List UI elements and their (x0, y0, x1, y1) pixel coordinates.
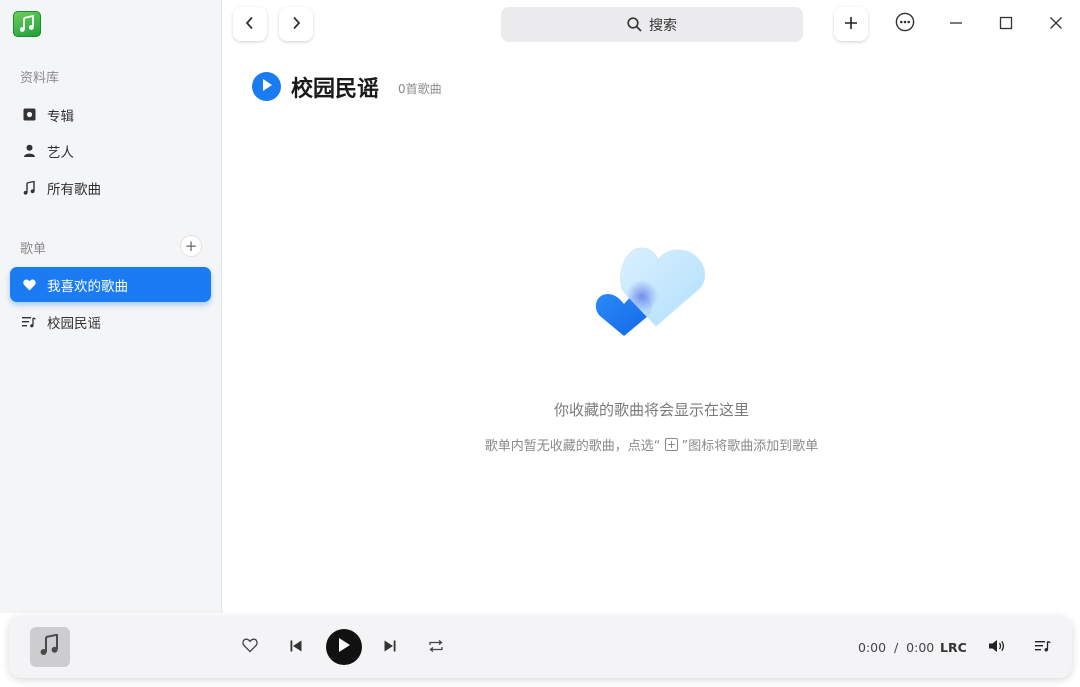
music-note-icon (40, 633, 60, 660)
album-icon (21, 108, 37, 121)
sidebar-item-label: 我喜欢的歌曲 (47, 278, 128, 295)
sidebar-item-all-songs[interactable]: 所有歌曲 (10, 170, 211, 205)
lyrics-button[interactable]: LRC (940, 640, 967, 655)
like-button[interactable] (240, 637, 260, 657)
repeat-button[interactable] (426, 637, 446, 657)
empty-hint-text: 歌单内暂无收藏的歌曲，点选“ (484, 439, 661, 454)
plus-icon: + (184, 236, 198, 255)
artist-icon (21, 144, 37, 157)
more-options-icon (895, 12, 915, 36)
minimize-icon (949, 15, 963, 34)
sidebar-item-label: 所有歌曲 (47, 181, 101, 198)
sidebar-item-artists[interactable]: 艺人 (10, 133, 211, 168)
repeat-icon (428, 638, 444, 657)
close-icon (1049, 15, 1063, 34)
minimize-button[interactable] (946, 14, 966, 34)
heart-outline-icon (242, 638, 258, 657)
chevron-left-icon (245, 15, 255, 34)
playback-time: 0:00 / 0:00 (858, 640, 935, 655)
album-cover[interactable] (30, 627, 70, 667)
plus-icon (844, 15, 858, 34)
play-all-button[interactable] (252, 72, 281, 101)
menu-button[interactable] (895, 12, 915, 36)
forward-button[interactable] (279, 7, 313, 41)
add-to-playlist-icon (664, 438, 678, 451)
empty-hearts-illustration (594, 244, 714, 344)
chevron-right-icon (291, 15, 301, 34)
page-title: 校园民谣 (291, 77, 380, 102)
empty-hint-text: ”图标将歌曲添加到歌单 (681, 439, 819, 454)
player-bar: 0:00 / 0:00 LRC (9, 616, 1072, 678)
playlist-icon (1035, 638, 1051, 657)
maximize-icon (999, 15, 1013, 34)
volume-icon (988, 638, 1006, 657)
add-playlist-button[interactable]: + (180, 235, 202, 257)
song-count: 0首歌曲 (398, 82, 442, 96)
sidebar-item-label: 艺人 (47, 144, 74, 161)
maximize-button[interactable] (996, 14, 1016, 34)
play-icon (337, 637, 351, 657)
sidebar-item-playlist-campus-folk[interactable]: 校园民谣 (10, 304, 211, 339)
back-button[interactable] (233, 7, 267, 41)
next-button[interactable] (380, 637, 400, 657)
sidebar-item-favorites[interactable]: 我喜欢的歌曲 (10, 267, 211, 302)
search-input[interactable]: 搜索 (501, 7, 803, 42)
app-logo-icon (13, 11, 41, 37)
volume-button[interactable] (987, 637, 1007, 657)
play-icon (261, 77, 273, 96)
music-note-icon (21, 180, 37, 195)
empty-state-hint: 歌单内暂无收藏的歌曲，点选“ ”图标将歌曲添加到歌单 (0, 435, 1080, 454)
previous-button[interactable] (286, 637, 306, 657)
empty-state-title: 你收藏的歌曲将会显示在这里 (553, 401, 749, 419)
search-placeholder: 搜索 (649, 17, 677, 34)
heart-icon (21, 279, 37, 291)
play-pause-button[interactable] (326, 629, 362, 665)
skip-previous-icon (289, 638, 303, 657)
search-icon (627, 17, 642, 32)
add-button[interactable] (834, 7, 868, 41)
close-button[interactable] (1046, 14, 1066, 34)
library-heading: 资料库 (20, 71, 60, 86)
playlist-icon (21, 316, 37, 328)
skip-next-icon (383, 638, 397, 657)
play-queue-button[interactable] (1033, 637, 1053, 657)
sidebar: 资料库 专辑 艺人 所有歌曲 歌单 + 我喜欢的歌曲 校园民谣 (0, 0, 222, 613)
sidebar-item-label: 专辑 (47, 108, 74, 125)
sidebar-item-albums[interactable]: 专辑 (10, 97, 211, 132)
sidebar-item-label: 校园民谣 (47, 315, 101, 332)
playlist-heading: 歌单 (20, 242, 47, 257)
